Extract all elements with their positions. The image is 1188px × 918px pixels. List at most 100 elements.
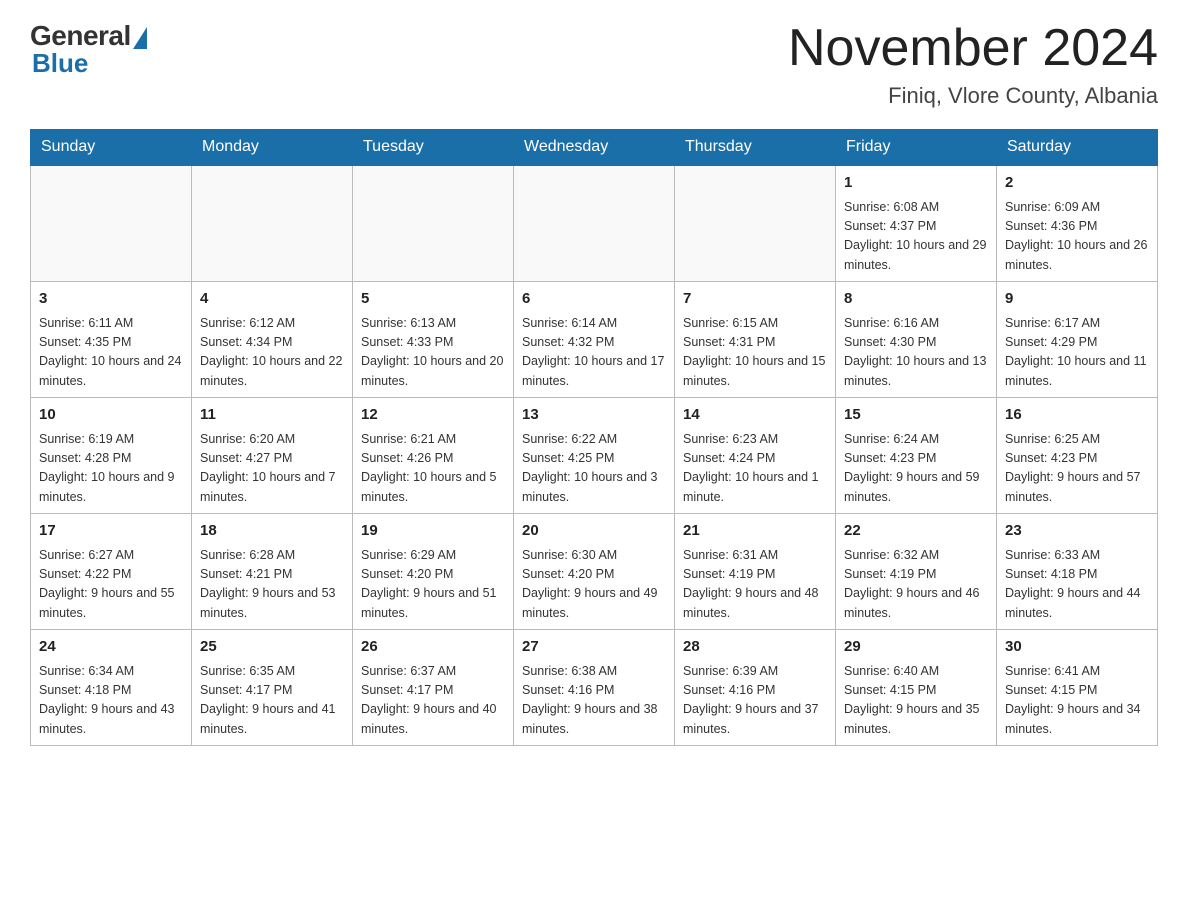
day-info: Sunrise: 6:21 AMSunset: 4:26 PMDaylight:…	[361, 430, 505, 508]
header-thursday: Thursday	[675, 130, 836, 166]
logo: General Blue	[30, 20, 147, 79]
day-info: Sunrise: 6:08 AMSunset: 4:37 PMDaylight:…	[844, 198, 988, 276]
day-number: 20	[522, 520, 666, 543]
calendar-cell: 15 Sunrise: 6:24 AMSunset: 4:23 PMDayligh…	[836, 398, 997, 514]
day-number: 25	[200, 636, 344, 659]
day-info: Sunrise: 6:09 AMSunset: 4:36 PMDaylight:…	[1005, 198, 1149, 276]
calendar-cell: 8Sunrise: 6:16 AMSunset: 4:30 PMDaylight…	[836, 282, 997, 398]
day-number: 17	[39, 520, 183, 543]
day-info: Sunrise: 6:17 AMSunset: 4:29 PMDaylight:…	[1005, 314, 1149, 392]
calendar-cell: 30Sunrise: 6:41 AMSunset: 4:15 PMDayligh…	[997, 630, 1158, 746]
day-number: 3	[39, 288, 183, 311]
day-number: 21	[683, 520, 827, 543]
calendar-cell: 11 Sunrise: 6:20 AMSunset: 4:27 PMDayligh…	[192, 398, 353, 514]
day-info: Sunrise: 6:29 AMSunset: 4:20 PMDaylight:…	[361, 546, 505, 624]
day-info: Sunrise: 6:34 AMSunset: 4:18 PMDaylight:…	[39, 662, 183, 740]
calendar-cell: 9 Sunrise: 6:17 AMSunset: 4:29 PMDaylight…	[997, 282, 1158, 398]
day-info: Sunrise: 6:22 AMSunset: 4:25 PMDaylight:…	[522, 430, 666, 508]
week-row-5: 24 Sunrise: 6:34 AMSunset: 4:18 PMDayligh…	[31, 630, 1158, 746]
day-number: 5	[361, 288, 505, 311]
day-number: 9	[1005, 288, 1149, 311]
day-number: 6	[522, 288, 666, 311]
day-number: 15	[844, 404, 988, 427]
calendar-cell: 18 Sunrise: 6:28 AMSunset: 4:21 PMDayligh…	[192, 514, 353, 630]
day-number: 13	[522, 404, 666, 427]
day-info: Sunrise: 6:13 AMSunset: 4:33 PMDaylight:…	[361, 314, 505, 392]
header-tuesday: Tuesday	[353, 130, 514, 166]
calendar-cell: 17 Sunrise: 6:27 AMSunset: 4:22 PMDayligh…	[31, 514, 192, 630]
day-info: Sunrise: 6:24 AMSunset: 4:23 PMDaylight:…	[844, 430, 988, 508]
day-number: 12	[361, 404, 505, 427]
calendar-cell: 21 Sunrise: 6:31 AMSunset: 4:19 PMDayligh…	[675, 514, 836, 630]
header-wednesday: Wednesday	[514, 130, 675, 166]
day-info: Sunrise: 6:25 AMSunset: 4:23 PMDaylight:…	[1005, 430, 1149, 508]
day-number: 4	[200, 288, 344, 311]
calendar-cell: 16 Sunrise: 6:25 AMSunset: 4:23 PMDayligh…	[997, 398, 1158, 514]
day-number: 1	[844, 172, 988, 195]
day-number: 24	[39, 636, 183, 659]
day-number: 28	[683, 636, 827, 659]
calendar-cell: 12 Sunrise: 6:21 AMSunset: 4:26 PMDayligh…	[353, 398, 514, 514]
day-number: 26	[361, 636, 505, 659]
calendar-cell: 24 Sunrise: 6:34 AMSunset: 4:18 PMDayligh…	[31, 630, 192, 746]
week-row-4: 17 Sunrise: 6:27 AMSunset: 4:22 PMDayligh…	[31, 514, 1158, 630]
day-number: 10	[39, 404, 183, 427]
day-info: Sunrise: 6:37 AMSunset: 4:17 PMDaylight:…	[361, 662, 505, 740]
page-header: General Blue November 2024 Finiq, Vlore …	[30, 20, 1158, 109]
week-row-1: 1 Sunrise: 6:08 AMSunset: 4:37 PMDaylight…	[31, 165, 1158, 282]
calendar-cell	[514, 165, 675, 282]
calendar-cell: 7Sunrise: 6:15 AMSunset: 4:31 PMDaylight…	[675, 282, 836, 398]
calendar-cell: 20Sunrise: 6:30 AMSunset: 4:20 PMDayligh…	[514, 514, 675, 630]
calendar-cell: 3 Sunrise: 6:11 AMSunset: 4:35 PMDaylight…	[31, 282, 192, 398]
calendar-header-row: SundayMondayTuesdayWednesdayThursdayFrid…	[31, 130, 1158, 166]
logo-blue-text: Blue	[32, 48, 88, 79]
header-friday: Friday	[836, 130, 997, 166]
day-number: 16	[1005, 404, 1149, 427]
header-saturday: Saturday	[997, 130, 1158, 166]
calendar-cell	[192, 165, 353, 282]
calendar-cell: 5 Sunrise: 6:13 AMSunset: 4:33 PMDaylight…	[353, 282, 514, 398]
day-number: 18	[200, 520, 344, 543]
day-number: 11	[200, 404, 344, 427]
day-info: Sunrise: 6:38 AMSunset: 4:16 PMDaylight:…	[522, 662, 666, 740]
day-number: 14	[683, 404, 827, 427]
calendar-title: November 2024	[788, 20, 1158, 77]
header-monday: Monday	[192, 130, 353, 166]
day-info: Sunrise: 6:40 AMSunset: 4:15 PMDaylight:…	[844, 662, 988, 740]
day-info: Sunrise: 6:31 AMSunset: 4:19 PMDaylight:…	[683, 546, 827, 624]
title-block: November 2024 Finiq, Vlore County, Alban…	[788, 20, 1158, 109]
week-row-2: 3 Sunrise: 6:11 AMSunset: 4:35 PMDaylight…	[31, 282, 1158, 398]
day-number: 7	[683, 288, 827, 311]
calendar-cell: 26 Sunrise: 6:37 AMSunset: 4:17 PMDayligh…	[353, 630, 514, 746]
day-info: Sunrise: 6:32 AMSunset: 4:19 PMDaylight:…	[844, 546, 988, 624]
day-number: 23	[1005, 520, 1149, 543]
header-sunday: Sunday	[31, 130, 192, 166]
calendar-cell	[675, 165, 836, 282]
day-info: Sunrise: 6:28 AMSunset: 4:21 PMDaylight:…	[200, 546, 344, 624]
calendar-cell: 2 Sunrise: 6:09 AMSunset: 4:36 PMDaylight…	[997, 165, 1158, 282]
day-number: 19	[361, 520, 505, 543]
day-number: 29	[844, 636, 988, 659]
day-number: 22	[844, 520, 988, 543]
week-row-3: 10Sunrise: 6:19 AMSunset: 4:28 PMDayligh…	[31, 398, 1158, 514]
calendar-cell: 4 Sunrise: 6:12 AMSunset: 4:34 PMDaylight…	[192, 282, 353, 398]
calendar-cell: 28 Sunrise: 6:39 AMSunset: 4:16 PMDayligh…	[675, 630, 836, 746]
calendar-cell	[353, 165, 514, 282]
calendar-cell: 22 Sunrise: 6:32 AMSunset: 4:19 PMDayligh…	[836, 514, 997, 630]
calendar-table: SundayMondayTuesdayWednesdayThursdayFrid…	[30, 129, 1158, 746]
day-number: 2	[1005, 172, 1149, 195]
day-info: Sunrise: 6:11 AMSunset: 4:35 PMDaylight:…	[39, 314, 183, 392]
calendar-cell: 10Sunrise: 6:19 AMSunset: 4:28 PMDayligh…	[31, 398, 192, 514]
day-info: Sunrise: 6:20 AMSunset: 4:27 PMDaylight:…	[200, 430, 344, 508]
calendar-cell: 29 Sunrise: 6:40 AMSunset: 4:15 PMDayligh…	[836, 630, 997, 746]
day-info: Sunrise: 6:33 AMSunset: 4:18 PMDaylight:…	[1005, 546, 1149, 624]
calendar-cell: 13 Sunrise: 6:22 AMSunset: 4:25 PMDayligh…	[514, 398, 675, 514]
logo-triangle-icon	[133, 27, 147, 49]
day-info: Sunrise: 6:41 AMSunset: 4:15 PMDaylight:…	[1005, 662, 1149, 740]
day-info: Sunrise: 6:12 AMSunset: 4:34 PMDaylight:…	[200, 314, 344, 392]
calendar-cell: 23 Sunrise: 6:33 AMSunset: 4:18 PMDayligh…	[997, 514, 1158, 630]
calendar-cell: 19 Sunrise: 6:29 AMSunset: 4:20 PMDayligh…	[353, 514, 514, 630]
day-number: 8	[844, 288, 988, 311]
day-info: Sunrise: 6:27 AMSunset: 4:22 PMDaylight:…	[39, 546, 183, 624]
day-info: Sunrise: 6:39 AMSunset: 4:16 PMDaylight:…	[683, 662, 827, 740]
